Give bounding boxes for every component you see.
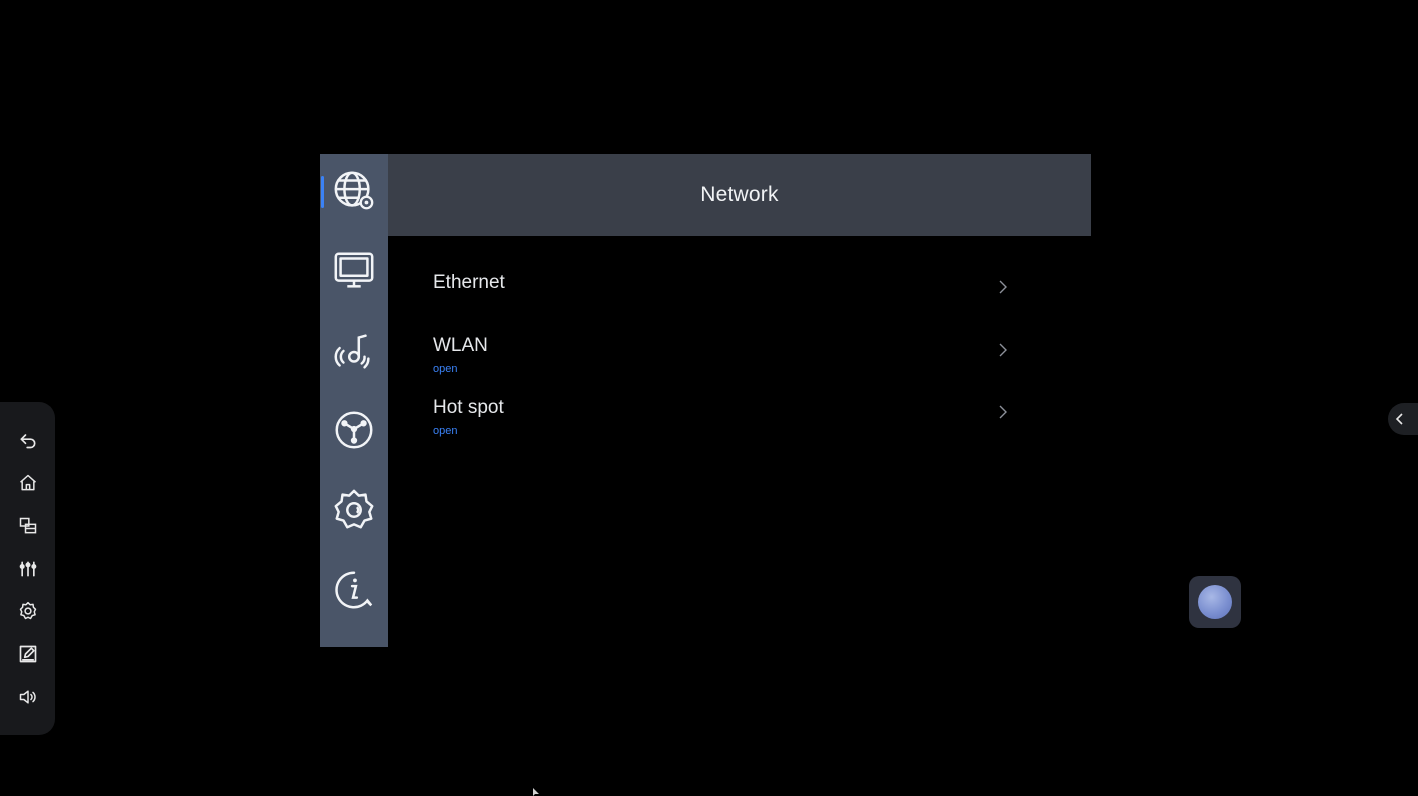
system-gear-icon (334, 489, 374, 529)
category-network[interactable] (320, 168, 388, 248)
menu-item-ethernet[interactable]: Ethernet (388, 272, 1028, 330)
about-info-icon (335, 571, 373, 609)
page-title: Network (700, 183, 779, 206)
chevron-right-icon (996, 278, 1010, 296)
multitask-button[interactable] (13, 511, 43, 541)
category-apps[interactable] (320, 407, 388, 487)
network-globe-icon (334, 171, 374, 210)
category-about[interactable] (320, 567, 388, 647)
title-bar: Network (388, 154, 1091, 236)
chevron-left-icon (1395, 413, 1403, 425)
menu-item-label: Hot spot (433, 397, 504, 418)
category-display[interactable] (320, 248, 388, 328)
screen: Network Ethernet WLAN open Hot spot open (0, 0, 1418, 796)
annotate-icon (19, 645, 36, 663)
menu-item-hotspot[interactable]: Hot spot open (388, 397, 1028, 455)
category-rail (320, 154, 388, 647)
multitask-icon (19, 517, 36, 534)
settings-button[interactable] (13, 596, 43, 626)
equalizer-button[interactable] (13, 554, 43, 584)
active-indicator (321, 176, 324, 208)
floating-ball-button[interactable] (1189, 576, 1241, 628)
menu-item-label: WLAN (433, 335, 488, 356)
menu-item-status: open (433, 425, 458, 437)
mouse-cursor-icon (533, 788, 539, 796)
left-toolbar (0, 402, 55, 735)
menu-item-wlan[interactable]: WLAN open (388, 335, 1028, 393)
menu-item-label: Ethernet (433, 272, 505, 293)
wireless-projection-icon (334, 334, 370, 369)
category-projection[interactable] (320, 328, 388, 408)
chevron-right-icon (996, 341, 1010, 359)
home-button[interactable] (13, 468, 43, 498)
equalizer-icon (19, 561, 36, 576)
chevron-right-icon (996, 403, 1010, 421)
settings-icon (19, 602, 36, 620)
display-monitor-icon (334, 252, 374, 288)
assistive-ball-icon (1198, 585, 1232, 619)
settings-window: Network Ethernet WLAN open Hot spot open (320, 154, 1091, 647)
apps-cube-icon (335, 411, 373, 449)
category-system[interactable] (320, 487, 388, 567)
home-icon (19, 474, 36, 491)
annotate-button[interactable] (13, 639, 43, 669)
back-icon (20, 434, 35, 449)
volume-button[interactable] (13, 682, 43, 712)
volume-icon (19, 690, 36, 704)
right-edge-handle[interactable] (1388, 403, 1418, 435)
back-button[interactable] (13, 425, 43, 455)
menu-item-status: open (433, 363, 458, 375)
